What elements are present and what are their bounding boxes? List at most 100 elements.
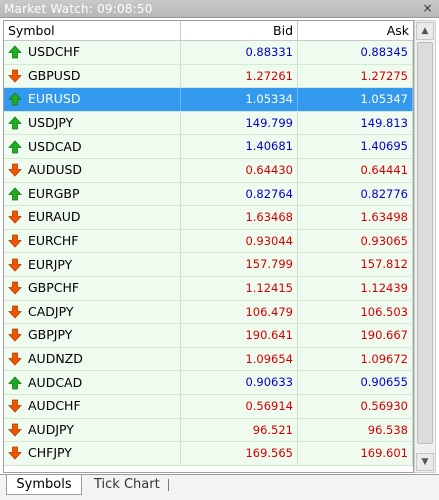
symbol-name: EURUSD — [28, 91, 81, 107]
symbol-cell: EURCHF — [4, 229, 181, 253]
tab-tick-chart[interactable]: Tick Chart — [86, 475, 168, 495]
ask-cell: 1.27275 — [298, 64, 413, 88]
bid-cell: 1.40681 — [181, 135, 298, 158]
symbol-cell: CADJPY — [4, 300, 181, 324]
symbol-name: AUDJPY — [28, 421, 74, 437]
ask-cell: 1.63498 — [298, 206, 413, 229]
arrow-down-icon — [8, 211, 22, 225]
symbol-name: GBPUSD — [28, 67, 81, 83]
column-header-symbol[interactable]: Symbol — [4, 21, 181, 41]
column-header-bid[interactable]: Bid — [181, 21, 298, 41]
table-row[interactable]: AUDCHF 0.56914 0.56930 — [4, 394, 413, 419]
bid-cell: 106.479 — [181, 300, 298, 324]
scrollbar-thumb[interactable] — [417, 42, 433, 444]
symbol-cell: GBPCHF — [4, 276, 181, 300]
arrow-down-icon — [8, 281, 22, 295]
symbol-name: AUDUSD — [28, 162, 83, 178]
table-row[interactable]: GBPUSD 1.27261 1.27275 — [4, 64, 413, 89]
tab-bar: Symbols Tick Chart — [0, 474, 439, 500]
bid-cell: 0.64430 — [181, 158, 298, 182]
arrow-down-icon — [8, 163, 22, 177]
arrow-up-icon — [8, 116, 22, 130]
symbol-name: CHFJPY — [28, 445, 72, 461]
ask-cell: 157.812 — [298, 253, 413, 276]
bid-cell: 1.09654 — [181, 347, 298, 371]
ask-cell: 169.601 — [298, 442, 413, 465]
symbol-cell: USDCAD — [4, 135, 181, 158]
symbol-cell: EURAUD — [4, 206, 181, 229]
ask-cell: 0.93065 — [298, 229, 413, 253]
ask-cell: 0.82776 — [298, 182, 413, 206]
bid-cell: 0.82764 — [181, 182, 298, 206]
symbol-cell: EURUSD — [4, 88, 181, 111]
symbol-name: AUDCHF — [28, 398, 81, 414]
symbol-cell: AUDUSD — [4, 158, 181, 182]
table-row[interactable]: EURAUD 1.63468 1.63498 — [4, 206, 413, 230]
ask-cell: 0.88345 — [298, 41, 413, 64]
ask-cell: 1.09672 — [298, 347, 413, 371]
ask-cell: 1.05347 — [298, 88, 413, 111]
ask-cell: 106.503 — [298, 300, 413, 324]
table-row[interactable]: EURGBP 0.82764 0.82776 — [4, 182, 413, 207]
table-row[interactable]: GBPCHF 1.12415 1.12439 — [4, 276, 413, 301]
table-row[interactable]: USDCAD 1.40681 1.40695 — [4, 135, 413, 159]
symbol-cell: CHFJPY — [4, 442, 181, 465]
table-row[interactable]: EURUSD 1.05334 1.05347 — [4, 88, 413, 112]
table-row[interactable]: USDJPY 149.799 149.813 — [4, 111, 413, 136]
window-title: Market Watch: 09:08:50 — [4, 2, 153, 16]
symbol-name: AUDCAD — [28, 374, 83, 390]
ask-cell: 1.40695 — [298, 135, 413, 158]
bid-cell: 0.90633 — [181, 371, 298, 394]
ask-cell: 149.813 — [298, 111, 413, 135]
table-row[interactable]: AUDNZD 1.09654 1.09672 — [4, 347, 413, 372]
bid-cell: 96.521 — [181, 418, 298, 442]
bid-cell: 0.88331 — [181, 41, 298, 64]
symbol-name: EURAUD — [28, 209, 81, 225]
symbol-name: EURJPY — [28, 256, 73, 272]
vertical-scrollbar[interactable]: ▲ ▼ — [414, 20, 436, 473]
bid-cell: 0.56914 — [181, 394, 298, 418]
arrow-down-icon — [8, 305, 22, 319]
table-row[interactable]: CADJPY 106.479 106.503 — [4, 300, 413, 325]
arrow-down-icon — [8, 258, 22, 272]
close-icon[interactable]: × — [420, 2, 435, 16]
symbol-cell: AUDJPY — [4, 418, 181, 442]
column-header-ask[interactable]: Ask — [298, 21, 413, 41]
arrow-up-icon — [8, 92, 22, 106]
symbol-name: GBPCHF — [28, 280, 80, 296]
bid-cell: 149.799 — [181, 111, 298, 135]
arrow-down-icon — [8, 352, 22, 366]
bid-cell: 1.27261 — [181, 64, 298, 88]
symbol-cell: GBPJPY — [4, 324, 181, 347]
symbol-name: EURGBP — [28, 185, 80, 201]
arrow-down-icon — [8, 69, 22, 83]
table-row[interactable]: AUDCAD 0.90633 0.90655 — [4, 371, 413, 395]
symbol-name: EURCHF — [28, 233, 79, 249]
arrow-up-icon — [8, 187, 22, 201]
table-row[interactable]: GBPJPY 190.641 190.667 — [4, 324, 413, 348]
arrow-down-icon — [8, 423, 22, 437]
symbol-cell: EURJPY — [4, 253, 181, 276]
tab-symbols[interactable]: Symbols — [6, 475, 82, 495]
symbol-cell: AUDCHF — [4, 394, 181, 418]
bid-cell: 0.93044 — [181, 229, 298, 253]
table-row[interactable]: AUDUSD 0.64430 0.64441 — [4, 158, 413, 183]
table-row[interactable]: AUDJPY 96.521 96.538 — [4, 418, 413, 443]
arrow-down-icon — [8, 399, 22, 413]
ask-cell: 0.64441 — [298, 158, 413, 182]
symbol-cell: AUDCAD — [4, 371, 181, 394]
table-header: Symbol Bid Ask — [4, 21, 413, 41]
window-titlebar[interactable]: Market Watch: 09:08:50 × — [0, 0, 439, 18]
symbol-name: USDCHF — [28, 44, 81, 60]
symbol-cell: USDJPY — [4, 111, 181, 135]
table-row[interactable]: USDCHF 0.88331 0.88345 — [4, 41, 413, 65]
scroll-up-icon[interactable]: ▲ — [416, 22, 434, 40]
table-row[interactable]: EURJPY 157.799 157.812 — [4, 253, 413, 277]
symbol-cell: EURGBP — [4, 182, 181, 206]
scroll-down-icon[interactable]: ▼ — [416, 453, 434, 471]
symbol-name: CADJPY — [28, 303, 74, 319]
table-row[interactable]: CHFJPY 169.565 169.601 — [4, 442, 413, 466]
ask-cell: 1.12439 — [298, 276, 413, 300]
ask-cell: 0.56930 — [298, 394, 413, 418]
table-row[interactable]: EURCHF 0.93044 0.93065 — [4, 229, 413, 254]
